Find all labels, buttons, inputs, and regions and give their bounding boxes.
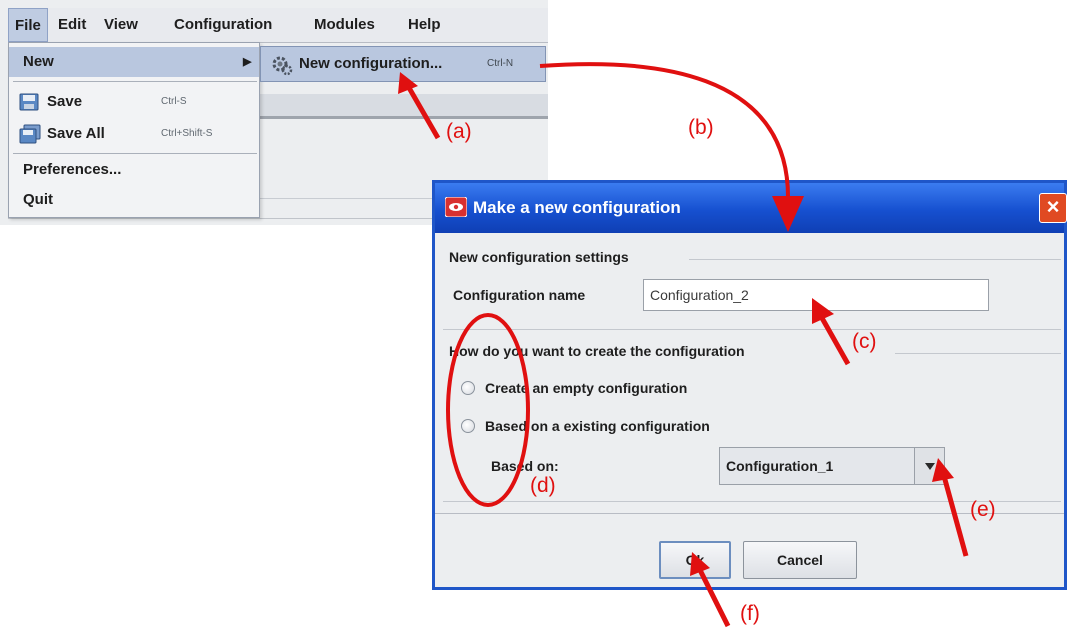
app-logo-icon xyxy=(444,196,468,222)
submenu-item-new-configuration[interactable]: New configuration... xyxy=(299,47,442,81)
annotation-e: (e) xyxy=(970,498,996,521)
new-submenu: New configuration... Ctrl-N xyxy=(260,46,546,82)
menu-help[interactable]: Help xyxy=(408,8,441,42)
gear-icon xyxy=(271,54,293,81)
chevron-down-icon xyxy=(924,463,935,470)
section-title-how: How do you want to create the configurat… xyxy=(449,343,745,359)
menu-item-quit[interactable]: Quit xyxy=(9,185,259,215)
menu-edit[interactable]: Edit xyxy=(58,8,86,42)
section-divider xyxy=(895,353,1061,354)
menu-separator xyxy=(13,81,257,82)
save-icon xyxy=(19,93,39,115)
menu-bar: File Edit View Configuration Modules Hel… xyxy=(8,8,548,43)
menu-item-shortcut: Ctrl-S xyxy=(161,96,187,107)
file-menu-dropdown: New ▶ Save Ctrl-S Save All Ctrl+Shift-S … xyxy=(8,42,260,218)
dialog-titlebar[interactable]: Make a new configuration × xyxy=(435,183,1067,233)
menu-item-new[interactable]: New ▶ xyxy=(9,47,259,77)
annotation-c: (c) xyxy=(852,330,877,353)
annotation-a: (a) xyxy=(446,120,472,143)
submenu-arrow-icon: ▶ xyxy=(243,56,252,68)
menu-file[interactable]: File xyxy=(8,8,48,42)
radio-empty-configuration[interactable] xyxy=(461,381,475,395)
section-divider xyxy=(443,329,1061,330)
menu-separator xyxy=(13,153,257,154)
menu-modules[interactable]: Modules xyxy=(314,8,375,42)
based-on-label: Based on: xyxy=(491,458,559,474)
configuration-name-input[interactable] xyxy=(643,279,989,311)
configuration-name-label: Configuration name xyxy=(453,287,586,303)
menu-item-label: Preferences... xyxy=(23,161,122,178)
menu-view[interactable]: View xyxy=(104,8,138,42)
annotation-f: (f) xyxy=(740,602,760,625)
ok-button[interactable]: Ok xyxy=(659,541,731,579)
menu-item-save-all[interactable]: Save All Ctrl+Shift-S xyxy=(9,119,259,149)
close-icon[interactable]: × xyxy=(1039,193,1067,223)
annotation-d: (d) xyxy=(530,474,556,497)
menu-item-label: New xyxy=(23,53,54,70)
radio-label-empty[interactable]: Create an empty configuration xyxy=(485,380,687,396)
based-on-select[interactable]: Configuration_1 xyxy=(719,447,945,485)
based-on-selected-value: Configuration_1 xyxy=(726,458,834,474)
save-all-icon xyxy=(19,124,41,148)
cancel-button[interactable]: Cancel xyxy=(743,541,857,579)
section-title-settings: New configuration settings xyxy=(449,249,629,265)
radio-based-on-existing[interactable] xyxy=(461,419,475,433)
menu-item-label: Save All xyxy=(47,125,105,142)
background-toolbar xyxy=(260,94,548,119)
dropdown-arrow-button[interactable] xyxy=(914,448,944,484)
annotation-b: (b) xyxy=(688,116,714,139)
menu-item-save[interactable]: Save Ctrl-S xyxy=(9,87,259,117)
menu-item-shortcut: Ctrl-N xyxy=(487,58,514,69)
section-divider xyxy=(689,259,1061,260)
new-configuration-dialog: Make a new configuration × New configura… xyxy=(432,180,1067,590)
dialog-title: Make a new configuration xyxy=(473,198,681,217)
menu-item-shortcut: Ctrl+Shift-S xyxy=(161,128,213,139)
menu-item-label: Save xyxy=(47,93,83,110)
radio-label-based[interactable]: Based on a existing configuration xyxy=(485,418,710,434)
menu-configuration[interactable]: Configuration xyxy=(174,8,272,42)
menu-item-preferences[interactable]: Preferences... xyxy=(9,155,259,185)
menu-item-label: Quit xyxy=(23,191,53,208)
section-divider xyxy=(443,501,1061,502)
